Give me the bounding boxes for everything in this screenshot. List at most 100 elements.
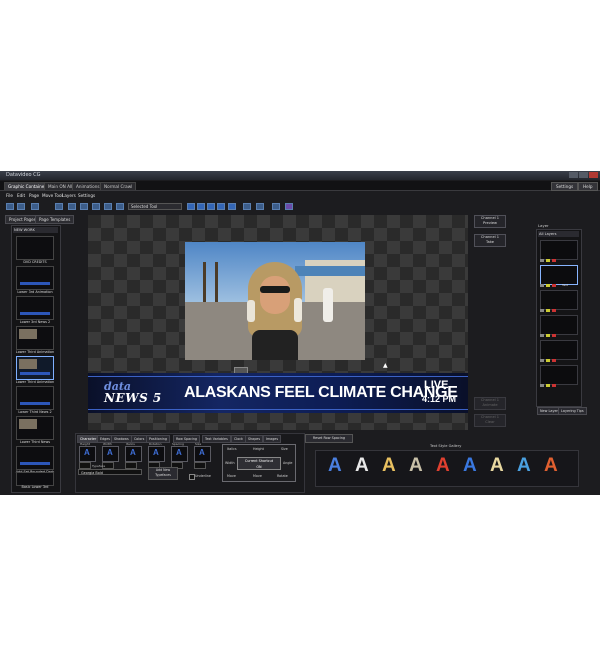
page-thumb-selected[interactable] <box>16 356 54 380</box>
angle-handle[interactable]: Angle <box>283 461 292 465</box>
page-thumb[interactable] <box>16 266 54 290</box>
menu-edit[interactable]: Edit <box>17 193 25 198</box>
zoom-out-icon[interactable] <box>256 203 264 210</box>
text-style-preset[interactable]: A <box>409 455 423 477</box>
typeface-select[interactable]: Georgia Bold <box>78 469 142 475</box>
lock-icon[interactable] <box>546 384 550 387</box>
page-thumb[interactable] <box>16 296 54 320</box>
width-swatch[interactable]: A <box>102 446 119 462</box>
italics-handle[interactable]: Italics <box>227 447 237 451</box>
paste-icon[interactable] <box>92 203 100 210</box>
move-handle[interactable]: Move <box>253 474 262 478</box>
menu-move-tool[interactable]: Move Tool <box>42 193 63 198</box>
eye-icon[interactable] <box>540 384 544 387</box>
channel-preview-button[interactable]: Channel 1 Preview <box>474 215 506 228</box>
height-swatch[interactable]: A <box>79 446 96 462</box>
eye-icon[interactable] <box>540 284 544 287</box>
headline-text[interactable]: ALASKANS FEEL CLIMATE CHANGE <box>184 384 458 402</box>
tab-shapes[interactable]: Shapes <box>245 435 264 443</box>
maximize-button[interactable] <box>579 172 588 178</box>
channel-animate-button[interactable]: Channel 1 Animate <box>474 397 506 410</box>
align-center-icon[interactable] <box>197 203 205 210</box>
layers-filter[interactable]: All Layers <box>538 231 579 237</box>
undo-icon[interactable] <box>116 203 124 210</box>
time-text[interactable]: 4:12 PM <box>422 394 456 404</box>
position-control[interactable]: Italics Height Size Width Angle Current … <box>222 444 296 482</box>
new-file-icon[interactable] <box>6 203 14 210</box>
page-thumb[interactable] <box>16 446 54 470</box>
lock-icon[interactable] <box>546 359 550 362</box>
page-thumb[interactable] <box>16 416 54 440</box>
text-style-preset[interactable]: A <box>328 455 342 477</box>
italics-input[interactable] <box>125 462 137 469</box>
channel-take-button[interactable]: Channel 1 Take <box>474 234 506 247</box>
lock-icon[interactable] <box>546 334 550 337</box>
fullscreen-icon[interactable] <box>272 203 280 210</box>
rotate-handle[interactable]: Rotate <box>277 474 288 478</box>
delete-icon[interactable] <box>552 284 556 287</box>
page-thumb[interactable] <box>16 386 54 410</box>
delete-icon[interactable] <box>104 203 112 210</box>
delete-icon[interactable] <box>552 334 556 337</box>
move-handle[interactable]: Move <box>227 474 236 478</box>
layer-item[interactable] <box>540 315 578 335</box>
delete-icon[interactable] <box>552 384 556 387</box>
menu-settings[interactable]: Settings <box>78 193 95 198</box>
delete-icon[interactable] <box>552 359 556 362</box>
layering-tips-button[interactable]: Layering Tips <box>558 407 587 415</box>
settings-button[interactable]: Settings <box>551 182 579 191</box>
size-swatch[interactable]: A <box>194 446 211 462</box>
rotation-swatch[interactable]: A <box>148 446 165 462</box>
channel-clear-button[interactable]: Channel 1 Clear <box>474 414 506 427</box>
height-handle[interactable]: Height <box>253 447 264 451</box>
pages-header[interactable]: NEW WORK <box>13 227 58 233</box>
text-style-preset[interactable]: A <box>382 455 396 477</box>
cut-icon[interactable] <box>68 203 76 210</box>
text-style-preset[interactable]: A <box>355 455 369 477</box>
page-thumb[interactable] <box>16 472 54 486</box>
lower-third-graphic[interactable]: data NEWS 5 ALASKANS FEEL CLIMATE CHANGE… <box>88 373 468 413</box>
live-text[interactable]: LIVE <box>424 379 448 391</box>
minimize-button[interactable] <box>569 172 578 178</box>
tab-animations[interactable]: Animations <box>72 182 104 190</box>
height-input[interactable] <box>79 462 91 469</box>
eye-icon[interactable] <box>540 259 544 262</box>
align-right-icon[interactable] <box>207 203 215 210</box>
layer-item[interactable] <box>540 365 578 385</box>
text-style-preset[interactable]: A <box>490 455 504 477</box>
close-button[interactable] <box>589 172 598 178</box>
eye-icon[interactable] <box>540 309 544 312</box>
spacing-swatch[interactable]: A <box>171 446 188 462</box>
layer-item[interactable] <box>540 240 578 260</box>
tab-images[interactable]: Images <box>263 435 282 443</box>
text-style-preset[interactable]: A <box>517 455 531 477</box>
eye-icon[interactable] <box>540 359 544 362</box>
tool-dropdown[interactable]: Selected Tool <box>128 203 182 210</box>
size-input[interactable] <box>194 462 206 469</box>
justify-icon[interactable] <box>217 203 225 210</box>
page-thumb[interactable] <box>16 326 54 350</box>
eye-icon[interactable] <box>540 334 544 337</box>
width-handle[interactable]: Width <box>225 461 235 465</box>
save-icon[interactable] <box>31 203 39 210</box>
copy-icon[interactable] <box>80 203 88 210</box>
layer-item-selected[interactable] <box>540 265 578 285</box>
tab-text-variables[interactable]: Text Variables <box>202 435 231 443</box>
menu-layers[interactable]: Layers <box>62 193 76 198</box>
help-button[interactable]: Help <box>578 182 598 191</box>
menu-page[interactable]: Page <box>29 193 39 198</box>
image-icon[interactable] <box>55 203 63 210</box>
text-style-preset[interactable]: A <box>544 455 558 477</box>
zoom-in-icon[interactable] <box>243 203 251 210</box>
lock-icon[interactable] <box>546 309 550 312</box>
layer-item[interactable] <box>540 290 578 310</box>
delete-icon[interactable] <box>552 259 556 262</box>
align-left-icon[interactable] <box>187 203 195 210</box>
preview-canvas[interactable]: ▲ data NEWS 5 ALASKANS FEEL CLIMATE CHAN… <box>88 215 468 430</box>
layer-item[interactable] <box>540 340 578 360</box>
tab-clock[interactable]: Clock <box>231 435 246 443</box>
open-folder-icon[interactable] <box>17 203 25 210</box>
italics-swatch[interactable]: A <box>125 446 142 462</box>
tab-normal-crawl[interactable]: Normal Crawl <box>100 182 137 190</box>
menu-file[interactable]: File <box>6 193 13 198</box>
